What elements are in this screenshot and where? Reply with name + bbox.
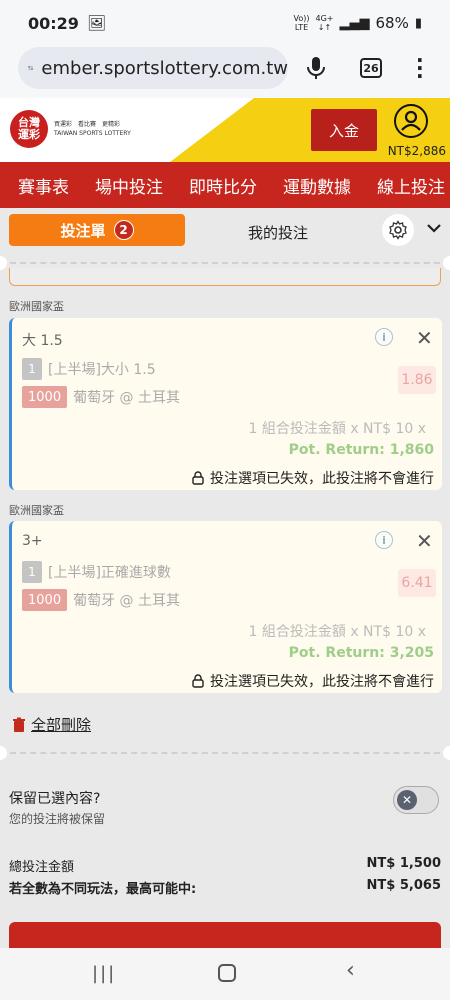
recent-apps-icon[interactable]: ||| (92, 963, 116, 984)
site-settings-icon[interactable] (28, 60, 33, 76)
divider-notch (0, 746, 7, 760)
max-win-row: 若全數為不同玩法，最高可能中: NT$ 5,065 (9, 878, 441, 897)
signal-icon: ▂▄▆ (339, 15, 370, 31)
system-nav-bar: ||| ‹ (0, 948, 450, 1000)
bet-market: [上半場]大小 1.5 (48, 362, 156, 378)
address-bar[interactable]: ember.sportslottery.com.tw (18, 47, 288, 89)
invalid-notice: 投注選項已失效，此投注將不會進行 (192, 671, 434, 691)
divider (0, 752, 450, 754)
chevron-down-icon[interactable] (426, 222, 442, 234)
info-icon[interactable]: i (375, 531, 393, 549)
potential-return: Pot. Return: 3,205 (288, 645, 434, 661)
main-nav: 賽事表 場中投注 即時比分 運動數據 線上投注 (0, 162, 450, 208)
settings-gear-icon[interactable] (382, 214, 414, 246)
battery-level: 68% (375, 14, 409, 32)
browser-toolbar: ember.sportslottery.com.tw 26 · · · (0, 46, 450, 98)
keep-selections-title: 保留已選內容? (9, 791, 101, 807)
league-label: 歐洲國家盃 (9, 300, 64, 313)
divider-notch (443, 746, 450, 760)
more-menu-icon[interactable]: · · · (416, 50, 424, 86)
combo-stake-text: 1 組合投注金額 x NT$ 10 x (248, 421, 426, 437)
collapsed-panel-edge (9, 268, 441, 286)
invalid-notice: 投注選項已失效，此投注將不會進行 (192, 468, 434, 488)
max-win-value: NT$ 5,065 (366, 878, 441, 893)
odds-value: 6.41 (398, 569, 436, 597)
match-name: 葡萄牙 @ 土耳其 (73, 390, 180, 406)
site-header: 台灣 運彩 買運彩 看比賽 更精彩 TAIWAN SPORTS LOTTERY … (0, 98, 450, 162)
microphone-icon[interactable] (306, 56, 326, 80)
info-icon[interactable]: i (375, 328, 393, 346)
total-stake-row: 總投注金額 NT$ 1,500 (9, 856, 441, 875)
close-icon[interactable]: ✕ (416, 529, 433, 553)
deposit-button[interactable]: 入金 (311, 109, 377, 151)
tab-betslip[interactable]: 投注單 2 (9, 214, 185, 246)
place-bet-button[interactable] (9, 922, 441, 948)
site-logo[interactable]: 台灣 運彩 (10, 110, 48, 148)
url-text[interactable]: ember.sportslottery.com.tw (41, 58, 288, 79)
match-name: 葡萄牙 @ 土耳其 (73, 593, 180, 609)
home-icon[interactable] (218, 964, 236, 982)
back-icon[interactable]: ‹ (346, 958, 355, 983)
close-icon[interactable]: ✕ (416, 326, 433, 350)
stake-input[interactable]: 1000 (22, 589, 68, 611)
lock-icon (192, 471, 204, 485)
bet-card: 3+ i ✕ 1 [上半場]正確進球數 1000 葡萄牙 @ 土耳其 6.41 … (9, 521, 442, 693)
gallery-icon: 🖼 (86, 14, 106, 32)
network-icon: 4G+ ↓↑ (315, 14, 334, 32)
stake-input[interactable]: 1000 (22, 386, 68, 408)
betslip-tabs: 投注單 2 我的投注 (0, 208, 450, 254)
nav-item-schedule[interactable]: 賽事表 (18, 173, 69, 198)
nav-item-live-scores[interactable]: 即時比分 (189, 173, 257, 198)
divider-notch (0, 256, 7, 270)
line-number: 1 (22, 561, 42, 583)
divider-notch (443, 256, 450, 270)
bet-selection: 3+ (22, 533, 43, 549)
clock: 00:29 (28, 13, 79, 33)
status-bar: 00:29 🖼 Vo)) LTE 4G+ ↓↑ ▂▄▆ 68% ▮ (0, 0, 450, 46)
volte-icon: Vo)) LTE (293, 14, 310, 32)
logo-tagline: 買運彩 看比賽 更精彩 TAIWAN SPORTS LOTTERY (54, 121, 131, 137)
combo-stake-text: 1 組合投注金額 x NT$ 10 x (248, 624, 426, 640)
nav-item-online-betting[interactable]: 線上投注 (377, 173, 445, 198)
bet-card: 大 1.5 i ✕ 1 [上半場]大小 1.5 1000 葡萄牙 @ 土耳其 1… (9, 318, 442, 490)
toggle-off-icon: ✕ (397, 790, 417, 810)
league-label: 歐洲國家盃 (9, 504, 64, 517)
nav-item-live-betting[interactable]: 場中投注 (95, 173, 163, 198)
divider (0, 262, 450, 264)
nav-item-sports-data[interactable]: 運動數據 (283, 173, 351, 198)
total-stake-label: 總投注金額 (9, 860, 75, 875)
keep-selections-toggle[interactable]: ✕ (393, 786, 439, 814)
account-balance: NT$2,886 (387, 144, 446, 158)
betslip-count-badge: 2 (113, 220, 134, 240)
trash-icon (13, 717, 25, 732)
bet-selection: 大 1.5 (22, 333, 63, 349)
max-win-label: 若全數為不同玩法，最高可能中: (9, 882, 197, 897)
odds-value: 1.86 (398, 366, 436, 394)
tab-my-bets[interactable]: 我的投注 (248, 222, 308, 243)
lock-icon (192, 674, 204, 688)
total-stake-value: NT$ 1,500 (366, 856, 441, 871)
delete-all-button[interactable]: 全部刪除 (12, 714, 91, 735)
battery-icon: ▮ (414, 15, 422, 31)
user-account-icon[interactable] (394, 104, 428, 138)
keep-selections-subtitle: 您的投注將被保留 (9, 812, 106, 826)
potential-return: Pot. Return: 1,860 (288, 442, 434, 458)
bet-market: [上半場]正確進球數 (48, 565, 171, 581)
line-number: 1 (22, 358, 42, 380)
tab-switcher-button[interactable]: 26 (360, 58, 382, 78)
